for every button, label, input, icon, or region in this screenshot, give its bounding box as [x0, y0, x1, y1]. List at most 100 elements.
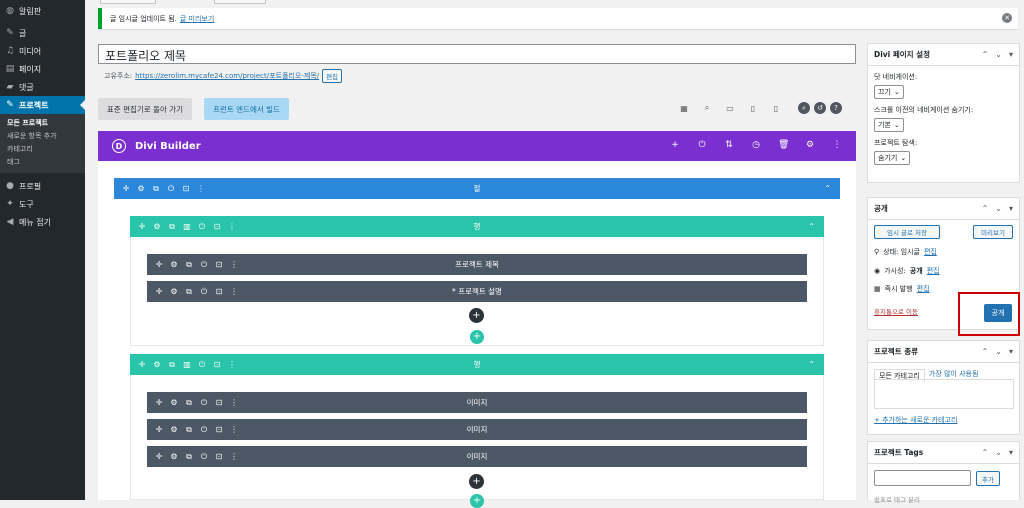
section-bar[interactable]: ✛ ⚙ ⧉ ⏻ ⊡ ⋮ 절 ⌃	[114, 178, 840, 199]
gear-icon[interactable]: ⚙	[137, 184, 145, 194]
submenu-all-projects[interactable]: 모든 프로젝트	[0, 117, 85, 130]
add-new-category-link[interactable]: + 추가하는 새로운 카테고리	[874, 415, 957, 425]
gear-icon[interactable]: ⚙	[805, 140, 815, 150]
caret-down-icon[interactable]: ▾	[1009, 448, 1013, 457]
hide-nav-select[interactable]: 기본 ⌄	[874, 118, 904, 132]
menu-collapse[interactable]: ◀ 메뉴 접기	[0, 213, 85, 231]
move-icon[interactable]: ✛	[138, 360, 146, 370]
gear-icon[interactable]: ⚙	[170, 260, 178, 270]
build-frontend-button[interactable]: 프런트 엔드에서 빌드	[204, 98, 289, 120]
menu-tools[interactable]: ✦ 도구	[0, 195, 85, 213]
trash-icon[interactable]: 🗑	[778, 140, 789, 150]
module-bar[interactable]: ✛ ⚙ ⧉ ⏻ ⊡ ⋮ 이미지	[147, 392, 807, 413]
more-icon[interactable]: ⋮	[230, 452, 238, 462]
help-icon[interactable]: ?	[830, 102, 842, 114]
duplicate-icon[interactable]: ⧉	[185, 452, 193, 462]
chevron-up-icon[interactable]: ⌃	[982, 448, 989, 457]
power-icon[interactable]: ⏻	[200, 425, 208, 435]
duplicate-icon[interactable]: ⧉	[152, 184, 160, 194]
trash-icon[interactable]: ⊡	[215, 260, 223, 270]
tablet-icon[interactable]: ▯	[747, 102, 759, 114]
module-bar[interactable]: ✛ ⚙ ⧉ ⏻ ⊡ ⋮ * 프로젝트 설명	[147, 281, 807, 302]
more-icon[interactable]: ⋮	[230, 287, 238, 297]
duplicate-icon[interactable]: ⧉	[168, 360, 176, 370]
more-icon[interactable]: ⋮	[230, 260, 238, 270]
move-icon[interactable]: ✛	[155, 452, 163, 462]
row-bar[interactable]: ✛ ⚙ ⧉ ▥ ⏻ ⊡ ⋮ 행 ⌃	[130, 354, 824, 375]
submenu-tags[interactable]: 태그	[0, 156, 85, 169]
add-module-button[interactable]: +	[469, 308, 484, 323]
menu-posts[interactable]: ✎ 글	[0, 24, 85, 42]
post-title-input[interactable]: 포트폴리오 제목	[98, 44, 856, 64]
help-tab[interactable]	[214, 0, 266, 4]
menu-comments[interactable]: ▰ 댓글	[0, 78, 85, 96]
preview-post-link[interactable]: 글 미리보기	[180, 14, 214, 24]
screen-options-tab[interactable]	[100, 0, 156, 4]
add-row-button[interactable]: +	[470, 330, 484, 344]
search-icon[interactable]: ⌕	[798, 102, 810, 114]
chevron-up-icon[interactable]: ⌃	[982, 50, 989, 59]
columns-icon[interactable]: ▥	[183, 360, 191, 370]
duplicate-icon[interactable]: ⧉	[168, 222, 176, 232]
gear-icon[interactable]: ⚙	[153, 222, 161, 232]
chevron-down-icon[interactable]: ⌄	[995, 448, 1002, 457]
more-icon[interactable]: ⋮	[228, 360, 236, 370]
gear-icon[interactable]: ⚙	[170, 287, 178, 297]
power-icon[interactable]: ⏻	[697, 140, 707, 150]
desktop-icon[interactable]: ▭	[724, 102, 736, 114]
gear-icon[interactable]: ⚙	[170, 398, 178, 408]
add-module-button[interactable]: +	[469, 474, 484, 489]
power-icon[interactable]: ⏻	[200, 398, 208, 408]
module-bar[interactable]: ✛ ⚙ ⧉ ⏻ ⊡ ⋮ 프로젝트 제목	[147, 254, 807, 275]
chevron-down-icon[interactable]: ⌄	[995, 347, 1002, 356]
more-icon[interactable]: ⋮	[228, 222, 236, 232]
row-bar[interactable]: ✛ ⚙ ⧉ ▥ ⏻ ⊡ ⋮ 행 ⌃	[130, 216, 824, 237]
module-bar[interactable]: ✛ ⚙ ⧉ ⏻ ⊡ ⋮ 이미지	[147, 419, 807, 440]
columns-icon[interactable]: ▥	[183, 222, 191, 232]
save-draft-button[interactable]: 임시 글로 저장	[874, 225, 940, 239]
caret-down-icon[interactable]: ▾	[1009, 50, 1013, 59]
history-icon[interactable]: ◷	[751, 140, 761, 150]
more-icon[interactable]: ⋮	[197, 184, 205, 194]
power-icon[interactable]: ⏻	[198, 222, 206, 232]
move-icon[interactable]: ✛	[155, 287, 163, 297]
sort-icon[interactable]: ⇅	[724, 140, 734, 150]
collapse-icon[interactable]: ⌃	[808, 360, 815, 369]
caret-down-icon[interactable]: ▾	[1009, 347, 1013, 356]
gear-icon[interactable]: ⚙	[170, 425, 178, 435]
chevron-up-icon[interactable]: ⌃	[982, 204, 989, 213]
caret-down-icon[interactable]: ▾	[1009, 204, 1013, 213]
dismiss-icon[interactable]: ✕	[1002, 13, 1012, 23]
power-icon[interactable]: ⏻	[198, 360, 206, 370]
duplicate-icon[interactable]: ⧉	[185, 287, 193, 297]
trash-icon[interactable]: ⊡	[213, 360, 221, 370]
power-icon[interactable]: ⏻	[167, 184, 175, 194]
power-icon[interactable]: ⏻	[200, 452, 208, 462]
return-standard-editor-button[interactable]: 표준 편집기로 돌아 가기	[98, 98, 192, 120]
history-icon[interactable]: ↺	[814, 102, 826, 114]
submenu-add-new[interactable]: 새로운 항목 추가	[0, 130, 85, 143]
module-bar[interactable]: ✛ ⚙ ⧉ ⏻ ⊡ ⋮ 이미지	[147, 446, 807, 467]
trash-icon[interactable]: ⊡	[215, 398, 223, 408]
add-tag-button[interactable]: 추가	[976, 471, 1000, 486]
preview-button[interactable]: 미리보기	[973, 225, 1013, 239]
add-row-button[interactable]: +	[470, 494, 484, 508]
power-icon[interactable]: ⏻	[200, 260, 208, 270]
trash-icon[interactable]: ⊡	[213, 222, 221, 232]
trash-icon[interactable]: ⊡	[215, 425, 223, 435]
phone-icon[interactable]: ▯	[770, 102, 782, 114]
menu-projects[interactable]: ✎ 프로젝트	[0, 96, 85, 114]
power-icon[interactable]: ⏻	[200, 287, 208, 297]
status-edit-link[interactable]: 편집	[924, 247, 937, 257]
permalink-edit-button[interactable]: 편집	[322, 69, 343, 83]
tag-input[interactable]	[874, 470, 971, 486]
trash-icon[interactable]: ⊡	[215, 287, 223, 297]
move-icon[interactable]: ✛	[155, 425, 163, 435]
more-icon[interactable]: ⋮	[230, 398, 238, 408]
move-icon[interactable]: ✛	[138, 222, 146, 232]
menu-dashboard[interactable]: ◍ 알림판	[0, 2, 85, 20]
move-icon[interactable]: ✛	[155, 398, 163, 408]
wireframe-icon[interactable]: ▦	[678, 102, 690, 114]
add-icon[interactable]: +	[670, 140, 680, 150]
move-icon[interactable]: ✛	[122, 184, 130, 194]
